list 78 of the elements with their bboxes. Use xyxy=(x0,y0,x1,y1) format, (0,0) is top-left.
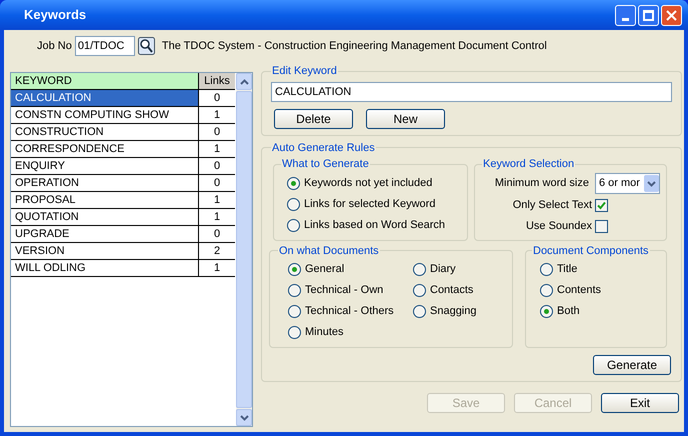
radio-label[interactable]: Keywords not yet included xyxy=(304,174,432,192)
radio-label[interactable]: General xyxy=(305,261,344,278)
links-cell-text: 1 xyxy=(212,261,222,276)
links-cell-text: 0 xyxy=(212,227,222,242)
window-title: Keywords xyxy=(24,6,88,24)
keyword-cell[interactable]: WILL ODLING xyxy=(11,260,199,276)
keyword-cell[interactable]: CALCULATION xyxy=(11,90,199,106)
maximize-button[interactable] xyxy=(638,4,659,26)
radio-button[interactable] xyxy=(413,305,426,318)
radio-label[interactable]: Links based on Word Search xyxy=(304,216,446,234)
radio-label[interactable]: Both xyxy=(557,303,580,320)
links-cell-text: 2 xyxy=(212,244,222,259)
generate-button[interactable]: Generate xyxy=(593,355,671,375)
group-title: What to Generate xyxy=(281,157,370,172)
radio-label[interactable]: Technical - Own xyxy=(305,282,384,299)
radio-button[interactable] xyxy=(287,176,300,190)
links-cell-text: 1 xyxy=(212,108,222,123)
search-icon[interactable] xyxy=(138,37,155,55)
checkbox-label[interactable]: Use Soundex xyxy=(526,218,592,234)
radio-label[interactable]: Minutes xyxy=(305,324,344,341)
group-title: Auto Generate Rules xyxy=(271,140,376,156)
keyword-cell[interactable]: PROPOSAL xyxy=(11,192,199,208)
radio-button[interactable] xyxy=(287,218,300,232)
links-cell-text: 1 xyxy=(212,142,222,157)
delete-button[interactable]: Delete xyxy=(274,108,353,128)
column-header[interactable]: Links xyxy=(199,73,235,89)
links-cell-text: 1 xyxy=(212,210,222,225)
system-description: The TDOC System - Construction Engineering Management Document Control xyxy=(162,38,547,54)
links-cell-text: 0 xyxy=(212,159,222,174)
keyword-field[interactable]: CALCULATION xyxy=(271,82,672,102)
keyword-cell[interactable]: ENQUIRY xyxy=(11,158,199,174)
radio-label[interactable]: Contents xyxy=(557,282,602,299)
links-cell-text: 1 xyxy=(212,193,222,208)
checkbox[interactable] xyxy=(595,198,608,212)
keyword-cell[interactable]: VERSION xyxy=(11,243,199,259)
radio-label[interactable]: Title xyxy=(557,261,578,278)
links-cell-text: 0 xyxy=(212,91,222,106)
group-title: Keyword Selection xyxy=(482,157,576,172)
radio-label[interactable]: Snagging xyxy=(430,303,476,320)
scrollbar[interactable] xyxy=(236,73,252,426)
minimum-word-size-label: Minimum word size xyxy=(494,176,589,192)
radio-button[interactable] xyxy=(540,284,553,297)
keyword-cell[interactable]: QUOTATION xyxy=(11,209,199,225)
radio-button[interactable] xyxy=(540,263,553,276)
links-cell-text: 0 xyxy=(212,176,222,191)
checkbox-label[interactable]: Only Select Text xyxy=(512,196,592,214)
group-title: Document Components xyxy=(532,244,650,258)
radio-label[interactable]: Technical - Others xyxy=(305,303,394,320)
radio-button[interactable] xyxy=(288,284,301,297)
links-cell-text: 0 xyxy=(212,125,222,140)
keyword-cell[interactable]: OPERATION xyxy=(11,175,199,191)
exit-button[interactable]: Exit xyxy=(601,393,679,413)
radio-button[interactable] xyxy=(288,326,301,339)
new-button[interactable]: New xyxy=(366,108,445,128)
radio-label[interactable]: Diary xyxy=(430,261,456,278)
keyword-cell[interactable]: CORRESPONDENCE xyxy=(11,141,199,157)
job-number-field[interactable]: 01/TDOC xyxy=(74,36,135,56)
job-number-label: Job No xyxy=(37,38,72,54)
keyword-cell[interactable]: UPGRADE xyxy=(11,226,199,242)
caret-icon xyxy=(644,175,659,192)
column-header: KEYWORD xyxy=(11,73,199,89)
radio-button[interactable] xyxy=(413,263,426,276)
radio-button[interactable] xyxy=(288,263,301,276)
group-title: Edit Keyword xyxy=(271,64,338,79)
minimum-word-size-dropdown[interactable]: 6 or mor xyxy=(595,173,660,194)
group-title: On what Documents xyxy=(278,244,380,258)
radio-label[interactable]: Contacts xyxy=(430,282,474,299)
minimize-button[interactable] xyxy=(615,4,636,26)
keyword-cell[interactable]: CONSTN COMPUTING SHOW xyxy=(11,107,199,123)
keyword-cell[interactable]: CONSTRUCTION xyxy=(11,124,199,140)
radio-button[interactable] xyxy=(288,305,301,318)
radio-button[interactable] xyxy=(413,284,426,297)
radio-button[interactable] xyxy=(287,198,300,210)
radio-button[interactable] xyxy=(540,305,553,318)
checkbox[interactable] xyxy=(595,220,608,232)
close-button[interactable] xyxy=(661,4,682,26)
close-icon xyxy=(666,10,677,20)
radio-label[interactable]: Links for selected Keyword xyxy=(304,196,436,212)
